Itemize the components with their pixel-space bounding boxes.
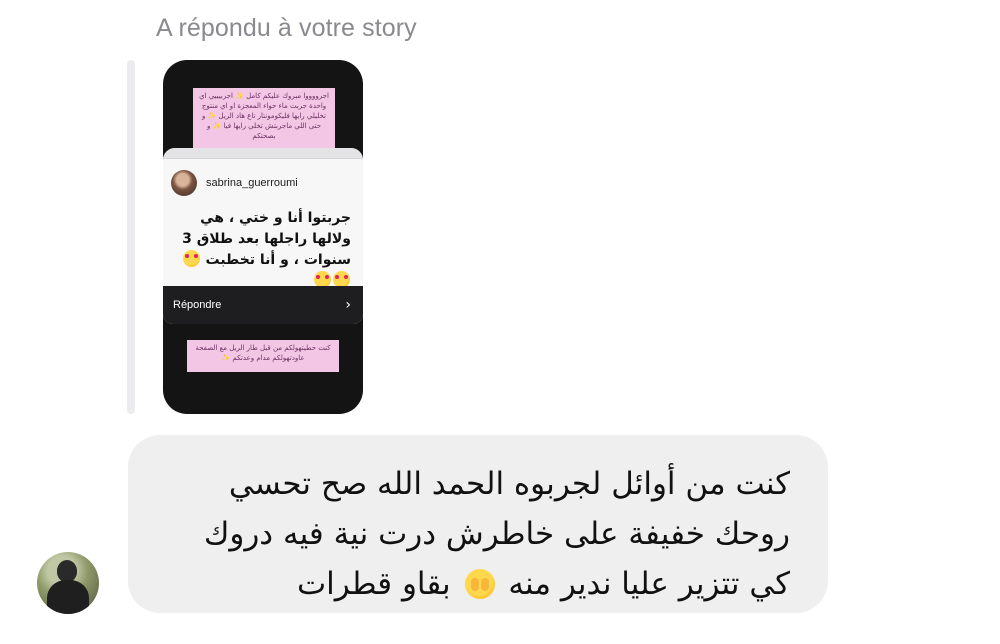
message-line-2: روحك خفيفة على خاطرش درت نية فيه دروك	[203, 516, 790, 552]
story-text-sticker-bottom: كنت حطيتهولكم من قبل طار الريل مع الصفحة…	[187, 340, 339, 372]
message-line-3-end: بقاو قطرات	[296, 566, 451, 602]
commenter-username: sabrina_guerroumi	[206, 177, 298, 189]
avatar-head	[57, 560, 77, 582]
smiling-face-with-hearts-icon	[182, 250, 200, 267]
reply-button[interactable]: Répondre ›	[163, 286, 363, 324]
message-text: كنت من أوائل لجربوه الحمد الله صح تحسي ر…	[204, 459, 790, 609]
message-line-3: كي تتزير عليا ندير منه بقاو قطرات	[204, 559, 790, 609]
story-text-sticker-top: اجرووووا مبروك عليكم كامل ✨ اجربيييي اي …	[193, 88, 335, 148]
message-bubble[interactable]: كنت من أوائل لجربوه الحمد الله صح تحسي ر…	[128, 435, 828, 613]
story-comment-panel: sabrina_guerroumi جربتوا أنا و ختي ، هي …	[163, 148, 363, 324]
story-preview[interactable]: اجرووووا مبروك عليكم كامل ✨ اجربيييي اي …	[163, 60, 363, 414]
comment-text: جربتوا أنا و ختي ، هي ولالها راجلها بعد …	[182, 210, 351, 268]
avatar-body	[47, 580, 89, 614]
face-with-hand-over-mouth-icon	[464, 569, 495, 599]
sender-avatar[interactable]	[37, 552, 99, 614]
message-line-3-start: كي تتزير عليا ندير منه	[508, 566, 790, 602]
chevron-right-icon: ›	[345, 297, 351, 313]
comment-body: جربتوا أنا و ختي ، هي ولالها راجلها بعد …	[173, 208, 351, 292]
commenter-avatar	[171, 170, 197, 196]
quote-bar	[127, 60, 135, 414]
reply-label: Répondre	[173, 299, 222, 311]
message-line-1: كنت من أوائل لجربوه الحمد الله صح تحسي	[228, 466, 790, 502]
reply-context-label: A répondu à votre story	[156, 14, 417, 42]
commenter: sabrina_guerroumi	[171, 170, 298, 196]
panel-strip	[163, 148, 363, 159]
